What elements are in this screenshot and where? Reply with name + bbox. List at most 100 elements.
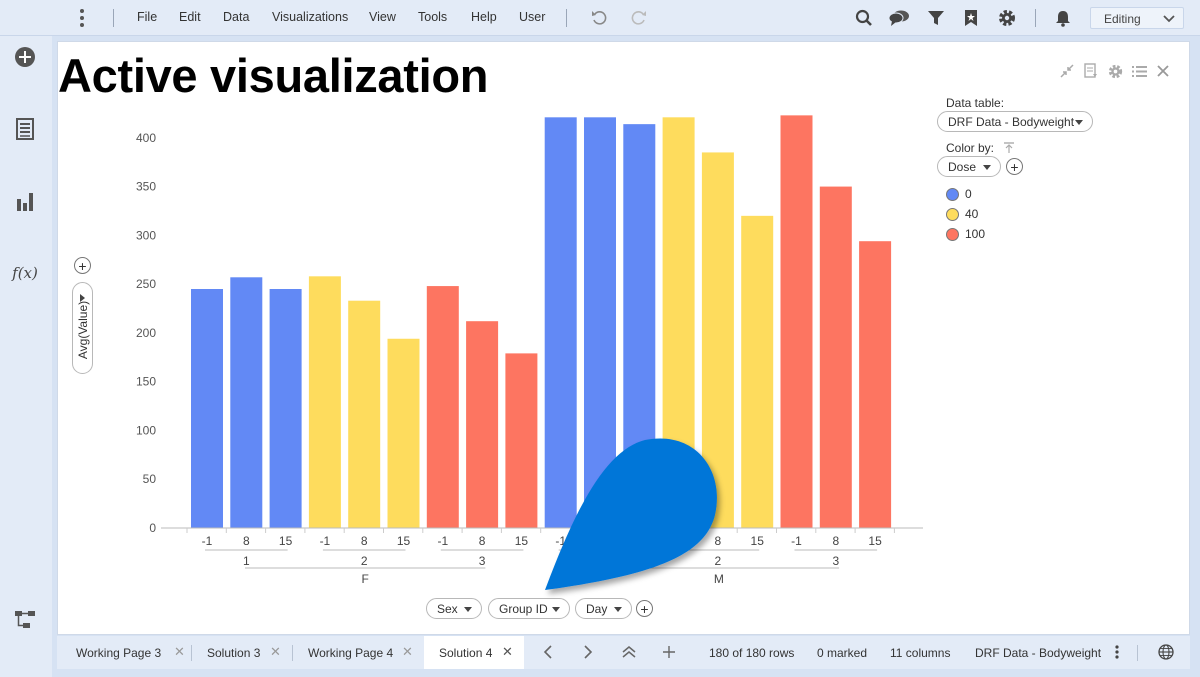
- tab-working-page-4[interactable]: Working Page 4 ✕: [293, 636, 421, 669]
- chevron-double-up-icon[interactable]: [619, 642, 639, 662]
- x-axis-selector-group[interactable]: Group ID: [488, 598, 570, 619]
- bar: [544, 117, 577, 528]
- bar: [191, 289, 223, 528]
- flow-icon[interactable]: [13, 607, 37, 631]
- bar: [819, 186, 852, 528]
- bar-chart-icon[interactable]: [13, 189, 37, 213]
- tab-solution-3[interactable]: Solution 3 ✕: [192, 636, 291, 669]
- redo-icon[interactable]: [628, 7, 650, 29]
- gear-icon[interactable]: [996, 7, 1018, 29]
- color-by-label: Color by:: [946, 141, 995, 155]
- legend-label: 0: [965, 187, 972, 201]
- menu-data[interactable]: Data: [223, 10, 249, 24]
- globe-icon[interactable]: [1156, 642, 1176, 662]
- close-tab-icon[interactable]: ✕: [174, 644, 185, 660]
- y-tick-label: 350: [136, 180, 156, 194]
- bell-icon[interactable]: [1052, 7, 1074, 29]
- sort-icon[interactable]: [1003, 141, 1015, 153]
- menu-tools[interactable]: Tools: [418, 10, 447, 24]
- menu-view[interactable]: View: [369, 10, 396, 24]
- add-color-icon[interactable]: +: [1006, 158, 1023, 175]
- x-tick-label-day: -1: [320, 534, 331, 548]
- tab-label: Solution 4: [439, 646, 493, 660]
- divider: [566, 9, 567, 27]
- collapse-icon[interactable]: [1058, 62, 1076, 80]
- more-menu-icon[interactable]: [74, 7, 90, 29]
- menu-file[interactable]: File: [137, 10, 157, 24]
- legend-label: 40: [965, 207, 979, 221]
- divider: [113, 9, 114, 27]
- y-tick-label: 150: [136, 375, 156, 389]
- close-tab-icon[interactable]: ✕: [270, 644, 281, 660]
- marked-count: 0 marked: [817, 646, 868, 660]
- chevron-right-icon[interactable]: [578, 642, 598, 662]
- x-tick-label-day: -1: [202, 534, 213, 548]
- close-tab-icon[interactable]: ✕: [402, 644, 413, 660]
- undo-icon[interactable]: [588, 7, 610, 29]
- filter-icon[interactable]: [925, 7, 947, 29]
- y-tick-label: 250: [136, 277, 156, 291]
- x-tick-label-day: 15: [633, 534, 647, 548]
- more-vertical-icon[interactable]: [1107, 642, 1127, 662]
- y-tick-label: 50: [143, 472, 157, 486]
- search-icon[interactable]: [853, 7, 875, 29]
- active-table-name[interactable]: DRF Data - Bodyweight: [975, 646, 1101, 660]
- divider: [1137, 645, 1138, 661]
- chevron-down-icon: [1163, 13, 1175, 27]
- tab-solution-4[interactable]: Solution 4 ✕: [424, 636, 524, 669]
- y-tick-label: 300: [136, 228, 156, 242]
- menu-edit[interactable]: Edit: [179, 10, 201, 24]
- x-tick-label-day: -1: [673, 534, 684, 548]
- close-tab-icon[interactable]: ✕: [502, 644, 513, 660]
- bar: [780, 115, 813, 529]
- data-table-selector[interactable]: DRF Data - Bodyweight: [937, 111, 1093, 132]
- x-tick-label-day: 8: [361, 534, 368, 548]
- color-by-selector[interactable]: Dose: [937, 156, 1001, 177]
- x-tick-label-day: 15: [751, 534, 765, 548]
- details-icon[interactable]: [1082, 62, 1100, 80]
- bar: [308, 276, 341, 528]
- list-icon[interactable]: [1130, 62, 1148, 80]
- row-count: 180 of 180 rows: [709, 646, 795, 660]
- x-axis-selector-day[interactable]: Day: [575, 598, 632, 619]
- x-tick-label-day: -1: [555, 534, 566, 548]
- mode-dropdown[interactable]: Editing: [1090, 7, 1184, 29]
- add-page-icon[interactable]: [659, 642, 679, 662]
- add-circle-icon[interactable]: [13, 45, 37, 69]
- bookmark-icon[interactable]: [960, 7, 982, 29]
- x-tick-label-group: 2: [361, 554, 368, 568]
- dropdown-arrow-icon: [983, 165, 991, 170]
- y-tick-label: 0: [149, 521, 156, 535]
- data-table-icon[interactable]: [13, 117, 37, 141]
- bar: [623, 124, 656, 528]
- x-axis-selector-sex[interactable]: Sex: [426, 598, 482, 619]
- menu-user[interactable]: User: [519, 10, 545, 24]
- chevron-left-icon[interactable]: [538, 642, 558, 662]
- tab-label: Solution 3: [207, 646, 261, 660]
- fx-icon[interactable]: f(x): [12, 261, 38, 285]
- settings-icon[interactable]: [1106, 62, 1124, 80]
- y-tick-label: 400: [136, 131, 156, 145]
- bar: [269, 289, 302, 528]
- x-axis-label-day: Day: [586, 602, 608, 616]
- x-tick-label-day: -1: [791, 534, 802, 548]
- x-axis-label-group: Group ID: [499, 602, 548, 616]
- tab-working-page-3[interactable]: Working Page 3 ✕: [65, 636, 190, 669]
- legend-label: 100: [965, 227, 986, 241]
- dropdown-arrow-icon: [464, 607, 472, 612]
- bar: [584, 117, 616, 528]
- x-tick-label-day: 8: [715, 534, 722, 548]
- bar: [466, 321, 499, 528]
- menu-visualizations[interactable]: Visualizations: [272, 10, 348, 24]
- menu-help[interactable]: Help: [471, 10, 497, 24]
- mode-label: Editing: [1104, 12, 1141, 26]
- bar: [348, 300, 381, 528]
- add-x-axis-icon[interactable]: +: [636, 600, 653, 617]
- visualization-panel: Active visualization Data table: DRF Dat…: [57, 41, 1190, 635]
- close-icon[interactable]: [1154, 62, 1172, 80]
- color-by-value: Dose: [948, 160, 977, 174]
- legend-swatch: [946, 188, 959, 201]
- chat-icon[interactable]: [888, 7, 910, 29]
- bar: [662, 117, 695, 528]
- legend-swatch: [946, 208, 959, 221]
